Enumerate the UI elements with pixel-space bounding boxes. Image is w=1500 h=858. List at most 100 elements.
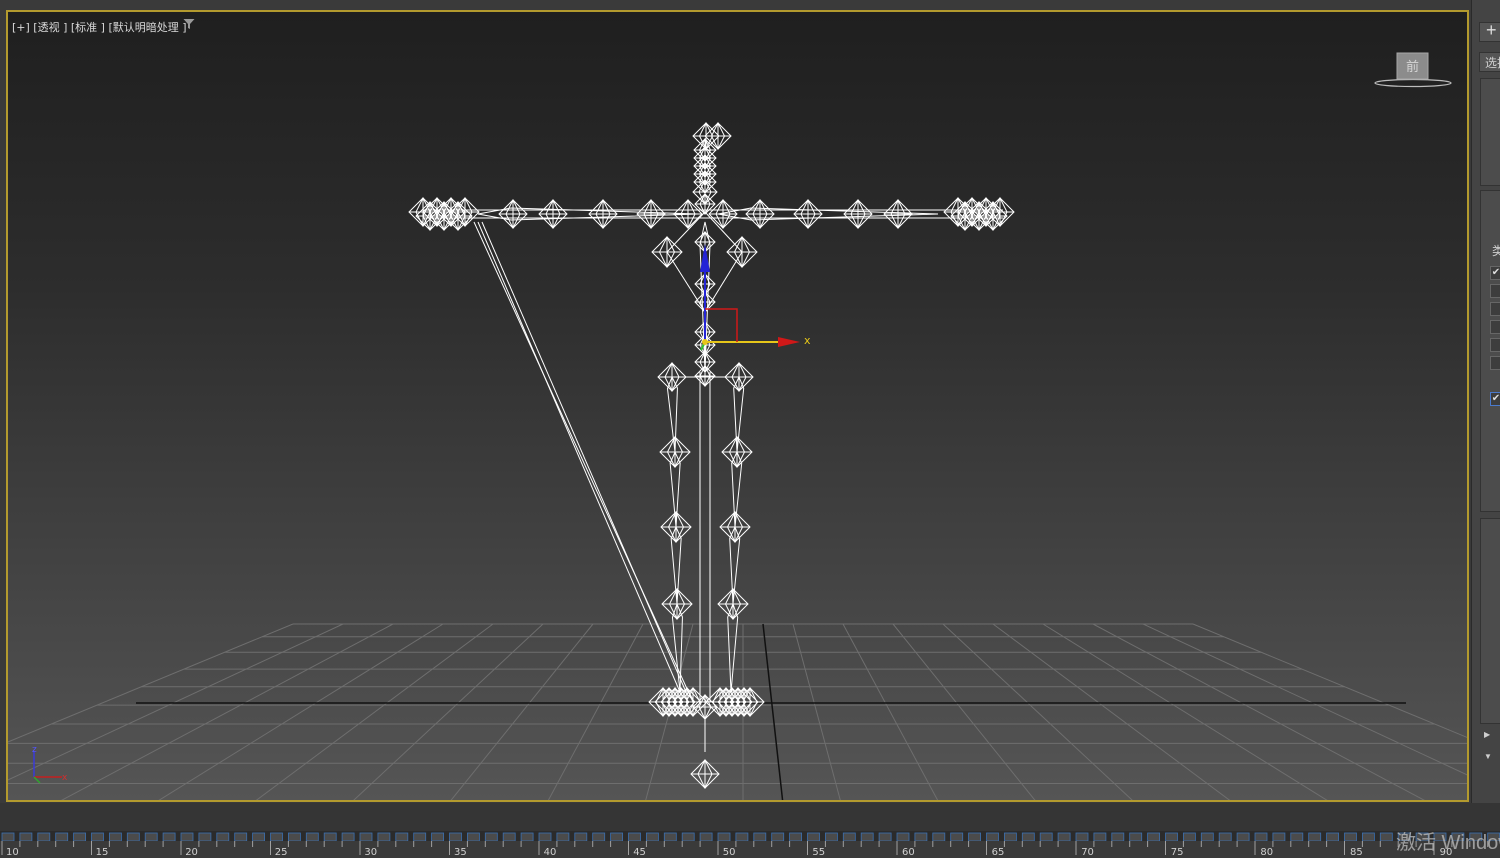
track-key-slot [1200, 832, 1214, 842]
track-key-slot [234, 832, 248, 842]
gizmo-x-label: x [804, 334, 811, 347]
plus-icon: + [1486, 20, 1497, 40]
track-key-slot [717, 832, 731, 842]
rollout-panel-1 [1480, 78, 1500, 186]
checkbox-4[interactable] [1490, 320, 1500, 334]
ruler-label: 60 [902, 847, 915, 858]
track-key-slot [681, 832, 695, 842]
class-label: 类 [1492, 244, 1500, 258]
bone-joint [883, 198, 913, 230]
grid-line [1092, 623, 1425, 800]
track-key-slot [1218, 832, 1232, 842]
gizmo-center [702, 339, 708, 345]
ruler-label: 10 [6, 847, 19, 858]
viewcube-icon[interactable]: 前 [1373, 50, 1457, 94]
ruler-label: 35 [454, 847, 467, 858]
track-key-slot [1308, 832, 1322, 842]
track-key-slot [628, 832, 641, 842]
bone-joint [843, 198, 873, 230]
track-key-slot [91, 832, 104, 842]
track-key-slot [305, 832, 319, 842]
grid-line [353, 623, 544, 800]
grid-line [547, 623, 644, 800]
track-key-slot [592, 832, 606, 842]
viewport-scene[interactable]: x [8, 12, 1469, 802]
track-key-slot [1183, 832, 1196, 842]
track-key-slot [341, 832, 355, 842]
bone-joint [717, 587, 749, 621]
track-key-slot [825, 832, 838, 842]
track-key-slot [950, 832, 964, 842]
track-key-slot [914, 832, 928, 842]
track-key-slot [55, 832, 69, 842]
track-key-slot [1165, 832, 1178, 842]
checkbox-3[interactable] [1490, 302, 1500, 316]
checkbox-5[interactable] [1490, 338, 1500, 352]
track-key-slot [968, 832, 981, 842]
move-gizmo[interactable]: x [700, 244, 811, 351]
track-key-slot [359, 832, 373, 842]
track-key-slot [431, 832, 445, 842]
command-panel: + 选择 ▼ ▼ 类 ✔ ✔ ▼ ▶ ▼ [1471, 0, 1500, 858]
ruler-label: 75 [1171, 847, 1184, 858]
ruler-label: 50 [723, 847, 736, 858]
track-key-slot [932, 832, 946, 842]
checkbox-7[interactable]: ✔ [1490, 392, 1500, 406]
gizmo-x-arrow [778, 337, 800, 347]
track-key-slot [1057, 832, 1071, 842]
rollout-toggle-5[interactable]: ▼ [1484, 752, 1492, 761]
track-key-slot [878, 832, 892, 842]
perspective-viewport[interactable]: x [+] [透视 ] [标准 ] [默认明暗处理 ] 前 z x [6, 10, 1469, 802]
track-key-slot [1039, 832, 1053, 842]
grid-line [450, 623, 594, 800]
bone-joint [660, 510, 692, 544]
track-key-slot [502, 832, 516, 842]
track-key-slot [466, 832, 480, 842]
grid-line [1192, 623, 1467, 738]
bone-link [477, 221, 681, 693]
track-key-slot [1147, 832, 1160, 842]
bone-joint [661, 587, 693, 621]
viewport-label[interactable]: [+] [透视 ] [标准 ] [默认明暗处理 ] [12, 19, 187, 35]
track-key-slot [986, 832, 999, 842]
checkbox-6[interactable] [1490, 356, 1500, 370]
grid-line [158, 623, 444, 800]
track-key-slot [270, 832, 283, 842]
rollout-toggle-4[interactable]: ▶ [1484, 730, 1490, 739]
track-key-slot [252, 832, 266, 842]
track-key-slot [1362, 832, 1375, 842]
axis-gizmo-icon: z x [32, 745, 68, 784]
create-tab-button[interactable]: + [1479, 20, 1500, 42]
ruler-label: 25 [275, 847, 288, 858]
biped-skeleton[interactable] [408, 121, 1015, 790]
ruler-label: 70 [1081, 847, 1094, 858]
time-ruler[interactable]: 10 15 20 25 30 35 40 45 50 55 60 65 70 75 80 85 90 [0, 841, 1500, 858]
mini-axis-z: z [32, 745, 37, 755]
bone-joint [659, 435, 691, 469]
track-key-slot [73, 832, 86, 842]
track-key-slot [1075, 832, 1089, 842]
ruler-label: 80 [1260, 847, 1273, 858]
activation-watermark: 激活 Windows [1396, 832, 1500, 854]
grid-line [1042, 623, 1328, 800]
track-key-slot [896, 832, 910, 842]
track-key-slot [699, 832, 713, 842]
track-key-slot [1093, 832, 1107, 842]
checkbox-2[interactable] [1490, 284, 1500, 298]
bone-joint [636, 198, 666, 230]
bone-joint [588, 198, 618, 230]
ruler-label: 15 [96, 847, 109, 858]
timeline[interactable]: 10 15 20 25 30 35 40 45 50 55 60 65 70 75 80 85 90 [0, 803, 1500, 858]
selection-button[interactable]: 选择 [1479, 52, 1500, 72]
track-key-slot [1021, 832, 1035, 842]
track-key-slot [663, 832, 677, 842]
checkbox-1[interactable]: ✔ [1490, 266, 1500, 280]
ruler-label: 85 [1350, 847, 1363, 858]
track-key-slot [19, 832, 33, 842]
filter-icon[interactable] [183, 18, 195, 30]
track-key-slot [144, 832, 158, 842]
bone-joint [498, 198, 528, 230]
track-key-slot [860, 832, 874, 842]
track-key-slot [449, 832, 462, 842]
ruler-label: 20 [185, 847, 198, 858]
